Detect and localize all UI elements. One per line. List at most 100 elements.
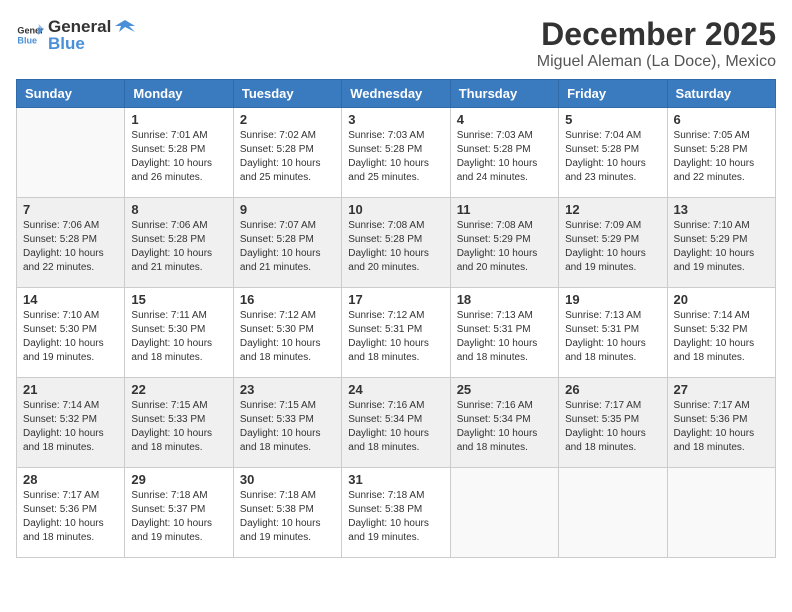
cell-day-number: 11: [457, 202, 552, 217]
cell-day-number: 27: [674, 382, 769, 397]
calendar-cell: [667, 468, 775, 558]
calendar-cell: 7 Sunrise: 7:06 AMSunset: 5:28 PMDaylight…: [17, 198, 125, 288]
calendar-week-row: 7 Sunrise: 7:06 AMSunset: 5:28 PMDaylight…: [17, 198, 776, 288]
header-cell-friday: Friday: [559, 80, 667, 108]
header-cell-wednesday: Wednesday: [342, 80, 450, 108]
cell-day-number: 19: [565, 292, 660, 307]
cell-day-number: 5: [565, 112, 660, 127]
location-title: Miguel Aleman (La Doce), Mexico: [537, 53, 776, 71]
cell-info: Sunrise: 7:17 AMSunset: 5:36 PMDaylight:…: [23, 489, 118, 545]
logo-bird-icon: [113, 16, 135, 38]
svg-text:Blue: Blue: [17, 35, 37, 45]
calendar-cell: 21 Sunrise: 7:14 AMSunset: 5:32 PMDayligh…: [17, 378, 125, 468]
cell-day-number: 2: [240, 112, 335, 127]
cell-day-number: 28: [23, 472, 118, 487]
cell-info: Sunrise: 7:07 AMSunset: 5:28 PMDaylight:…: [240, 219, 335, 275]
calendar-cell: [450, 468, 558, 558]
calendar-cell: 20 Sunrise: 7:14 AMSunset: 5:32 PMDayligh…: [667, 288, 775, 378]
cell-day-number: 31: [348, 472, 443, 487]
calendar-week-row: 1Sunrise: 7:01 AMSunset: 5:28 PMDaylight…: [17, 108, 776, 198]
calendar-cell: 26 Sunrise: 7:17 AMSunset: 5:35 PMDayligh…: [559, 378, 667, 468]
cell-info: Sunrise: 7:13 AMSunset: 5:31 PMDaylight:…: [565, 309, 660, 365]
cell-info: Sunrise: 7:15 AMSunset: 5:33 PMDaylight:…: [131, 399, 226, 455]
cell-info: Sunrise: 7:09 AMSunset: 5:29 PMDaylight:…: [565, 219, 660, 275]
calendar-cell: 24Sunrise: 7:16 AMSunset: 5:34 PMDayligh…: [342, 378, 450, 468]
cell-info: Sunrise: 7:16 AMSunset: 5:34 PMDaylight:…: [457, 399, 552, 455]
calendar-week-row: 28 Sunrise: 7:17 AMSunset: 5:36 PMDayligh…: [17, 468, 776, 558]
header-cell-saturday: Saturday: [667, 80, 775, 108]
cell-info: Sunrise: 7:03 AMSunset: 5:28 PMDaylight:…: [457, 129, 552, 185]
cell-info: Sunrise: 7:18 AMSunset: 5:37 PMDaylight:…: [131, 489, 226, 545]
calendar-cell: [17, 108, 125, 198]
calendar-cell: 3 Sunrise: 7:03 AMSunset: 5:28 PMDaylight…: [342, 108, 450, 198]
calendar-cell: 10 Sunrise: 7:08 AMSunset: 5:28 PMDayligh…: [342, 198, 450, 288]
calendar-cell: 15 Sunrise: 7:11 AMSunset: 5:30 PMDayligh…: [125, 288, 233, 378]
cell-day-number: 10: [348, 202, 443, 217]
cell-day-number: 13: [674, 202, 769, 217]
cell-day-number: 17: [348, 292, 443, 307]
logo-icon: General Blue: [16, 21, 44, 49]
cell-day-number: 12: [565, 202, 660, 217]
cell-info: Sunrise: 7:06 AMSunset: 5:28 PMDaylight:…: [131, 219, 226, 275]
cell-day-number: 24: [348, 382, 443, 397]
cell-day-number: 6: [674, 112, 769, 127]
cell-info: Sunrise: 7:11 AMSunset: 5:30 PMDaylight:…: [131, 309, 226, 365]
calendar-cell: 1Sunrise: 7:01 AMSunset: 5:28 PMDaylight…: [125, 108, 233, 198]
cell-info: Sunrise: 7:04 AMSunset: 5:28 PMDaylight:…: [565, 129, 660, 185]
calendar-cell: 23Sunrise: 7:15 AMSunset: 5:33 PMDayligh…: [233, 378, 341, 468]
cell-day-number: 14: [23, 292, 118, 307]
cell-day-number: 1: [131, 112, 226, 127]
calendar-week-row: 14 Sunrise: 7:10 AMSunset: 5:30 PMDayligh…: [17, 288, 776, 378]
calendar-cell: 17 Sunrise: 7:12 AMSunset: 5:31 PMDayligh…: [342, 288, 450, 378]
cell-day-number: 7: [23, 202, 118, 217]
logo: General Blue General Blue: [16, 16, 137, 54]
cell-day-number: 18: [457, 292, 552, 307]
calendar-cell: 22Sunrise: 7:15 AMSunset: 5:33 PMDayligh…: [125, 378, 233, 468]
cell-info: Sunrise: 7:02 AMSunset: 5:28 PMDaylight:…: [240, 129, 335, 185]
cell-info: Sunrise: 7:08 AMSunset: 5:28 PMDaylight:…: [348, 219, 443, 275]
header-cell-sunday: Sunday: [17, 80, 125, 108]
cell-info: Sunrise: 7:12 AMSunset: 5:31 PMDaylight:…: [348, 309, 443, 365]
cell-day-number: 23: [240, 382, 335, 397]
title-area: December 2025 Miguel Aleman (La Doce), M…: [537, 16, 776, 71]
calendar-cell: 31Sunrise: 7:18 AMSunset: 5:38 PMDayligh…: [342, 468, 450, 558]
cell-info: Sunrise: 7:06 AMSunset: 5:28 PMDaylight:…: [23, 219, 118, 275]
cell-day-number: 26: [565, 382, 660, 397]
header: General Blue General Blue December 2025 …: [16, 16, 776, 71]
calendar-cell: 12 Sunrise: 7:09 AMSunset: 5:29 PMDayligh…: [559, 198, 667, 288]
header-cell-monday: Monday: [125, 80, 233, 108]
cell-info: Sunrise: 7:10 AMSunset: 5:30 PMDaylight:…: [23, 309, 118, 365]
header-row: SundayMondayTuesdayWednesdayThursdayFrid…: [17, 80, 776, 108]
calendar-cell: 25Sunrise: 7:16 AMSunset: 5:34 PMDayligh…: [450, 378, 558, 468]
cell-info: Sunrise: 7:03 AMSunset: 5:28 PMDaylight:…: [348, 129, 443, 185]
cell-day-number: 15: [131, 292, 226, 307]
cell-day-number: 8: [131, 202, 226, 217]
calendar: SundayMondayTuesdayWednesdayThursdayFrid…: [16, 79, 776, 558]
calendar-cell: 30Sunrise: 7:18 AMSunset: 5:38 PMDayligh…: [233, 468, 341, 558]
calendar-cell: 18Sunrise: 7:13 AMSunset: 5:31 PMDayligh…: [450, 288, 558, 378]
calendar-week-row: 21 Sunrise: 7:14 AMSunset: 5:32 PMDayligh…: [17, 378, 776, 468]
calendar-cell: 11 Sunrise: 7:08 AMSunset: 5:29 PMDayligh…: [450, 198, 558, 288]
cell-day-number: 4: [457, 112, 552, 127]
cell-info: Sunrise: 7:12 AMSunset: 5:30 PMDaylight:…: [240, 309, 335, 365]
calendar-cell: 13 Sunrise: 7:10 AMSunset: 5:29 PMDayligh…: [667, 198, 775, 288]
cell-info: Sunrise: 7:14 AMSunset: 5:32 PMDaylight:…: [674, 309, 769, 365]
cell-info: Sunrise: 7:10 AMSunset: 5:29 PMDaylight:…: [674, 219, 769, 275]
cell-day-number: 9: [240, 202, 335, 217]
calendar-cell: 9 Sunrise: 7:07 AMSunset: 5:28 PMDaylight…: [233, 198, 341, 288]
cell-day-number: 16: [240, 292, 335, 307]
cell-day-number: 3: [348, 112, 443, 127]
cell-info: Sunrise: 7:17 AMSunset: 5:35 PMDaylight:…: [565, 399, 660, 455]
header-cell-tuesday: Tuesday: [233, 80, 341, 108]
calendar-cell: 28 Sunrise: 7:17 AMSunset: 5:36 PMDayligh…: [17, 468, 125, 558]
cell-day-number: 29: [131, 472, 226, 487]
calendar-cell: 19 Sunrise: 7:13 AMSunset: 5:31 PMDayligh…: [559, 288, 667, 378]
cell-info: Sunrise: 7:08 AMSunset: 5:29 PMDaylight:…: [457, 219, 552, 275]
cell-day-number: 20: [674, 292, 769, 307]
cell-info: Sunrise: 7:14 AMSunset: 5:32 PMDaylight:…: [23, 399, 118, 455]
calendar-cell: 8 Sunrise: 7:06 AMSunset: 5:28 PMDaylight…: [125, 198, 233, 288]
cell-day-number: 21: [23, 382, 118, 397]
calendar-cell: [559, 468, 667, 558]
month-title: December 2025: [537, 16, 776, 53]
calendar-cell: 16 Sunrise: 7:12 AMSunset: 5:30 PMDayligh…: [233, 288, 341, 378]
